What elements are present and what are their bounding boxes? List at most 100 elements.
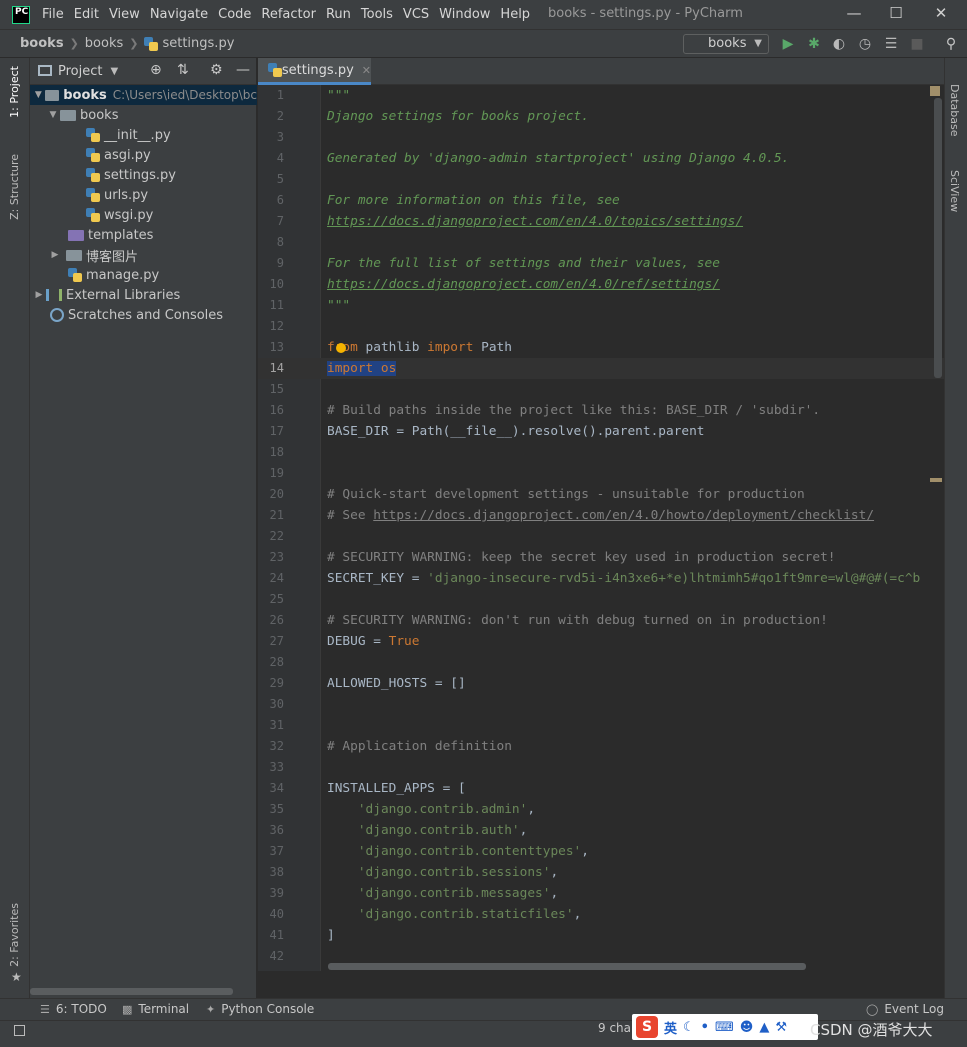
- code-line[interactable]: 27 DEBUG = True: [258, 631, 944, 652]
- code-line[interactable]: 8: [258, 232, 944, 253]
- skin-icon[interactable]: ▲: [759, 1020, 769, 1035]
- code-area[interactable]: 1 """ 2 Django settings for books project. 3…: [258, 85, 944, 971]
- code-line[interactable]: 18: [258, 442, 944, 463]
- menu-navigate[interactable]: Navigate: [150, 7, 208, 22]
- editor-vertical-scrollbar[interactable]: [934, 98, 942, 378]
- ime-lang[interactable]: 英: [664, 1018, 677, 1037]
- code-line[interactable]: 35 'django.contrib.admin',: [258, 799, 944, 820]
- breadcrumb-folder[interactable]: books: [85, 36, 123, 51]
- code-line[interactable]: 28: [258, 652, 944, 673]
- tab-settings-py[interactable]: settings.py ✕: [258, 58, 371, 85]
- code-line[interactable]: 16 # Build paths inside the project like …: [258, 400, 944, 421]
- search-icon[interactable]: ⚲: [942, 35, 960, 53]
- terminal-button[interactable]: ▩ Terminal: [122, 1002, 189, 1016]
- tools-icon[interactable]: ⚒: [775, 1020, 787, 1035]
- tree-item-manage[interactable]: manage.py: [30, 265, 257, 285]
- user-icon[interactable]: ☻: [740, 1020, 754, 1035]
- tab-favorites[interactable]: 2: Favorites: [8, 903, 21, 967]
- code-line[interactable]: 2 Django settings for books project.: [258, 106, 944, 127]
- tree-item-settings[interactable]: settings.py: [30, 165, 257, 185]
- menu-run[interactable]: Run: [326, 7, 351, 22]
- code-line[interactable]: 37 'django.contrib.contenttypes',: [258, 841, 944, 862]
- code-line[interactable]: 34 INSTALLED_APPS = [: [258, 778, 944, 799]
- code-line[interactable]: 15: [258, 379, 944, 400]
- run-icon[interactable]: ▶: [779, 35, 797, 53]
- menu-tools[interactable]: Tools: [361, 7, 393, 22]
- code-line[interactable]: 40 'django.contrib.staticfiles',: [258, 904, 944, 925]
- code-line[interactable]: 24 SECRET_KEY = 'django-insecure-rvd5i-i4…: [258, 568, 944, 589]
- code-line[interactable]: 10 https://docs.djangoproject.com/en/4.0/…: [258, 274, 944, 295]
- tab-sciview[interactable]: SciView: [948, 170, 961, 212]
- tree-item-templates[interactable]: templates: [30, 225, 257, 245]
- toggle-tool-windows-icon[interactable]: [14, 1025, 25, 1036]
- code-line[interactable]: 22: [258, 526, 944, 547]
- project-panel-title[interactable]: Project: [58, 64, 102, 79]
- code-line[interactable]: 9 For the full list of settings and their…: [258, 253, 944, 274]
- tree-item-books-folder[interactable]: ▼ books: [30, 105, 257, 125]
- code-line[interactable]: 19: [258, 463, 944, 484]
- project-horizontal-scrollbar[interactable]: [30, 988, 233, 995]
- inspection-indicator-icon[interactable]: [930, 86, 940, 96]
- code-line[interactable]: 26 # SECURITY WARNING: don't run with deb…: [258, 610, 944, 631]
- code-line[interactable]: 23 # SECURITY WARNING: keep the secret ke…: [258, 547, 944, 568]
- tree-item-scratches[interactable]: Scratches and Consoles: [30, 305, 257, 325]
- gear-icon[interactable]: ⚙: [210, 62, 223, 78]
- editor-horizontal-scrollbar[interactable]: [328, 963, 806, 970]
- close-icon[interactable]: ✕: [929, 4, 953, 24]
- profile-icon[interactable]: ◷: [856, 35, 874, 53]
- coverage-icon[interactable]: ◐: [830, 35, 848, 53]
- code-line[interactable]: 25: [258, 589, 944, 610]
- code-line[interactable]: 41]: [258, 925, 944, 946]
- code-line[interactable]: 11 """: [258, 295, 944, 316]
- menu-help[interactable]: Help: [500, 7, 530, 22]
- collapse-all-icon[interactable]: ⇅: [177, 62, 189, 78]
- tree-item-urls[interactable]: urls.py: [30, 185, 257, 205]
- chevron-down-icon[interactable]: ▼: [110, 66, 118, 77]
- code-line[interactable]: 20 # Quick-start development settings - u…: [258, 484, 944, 505]
- todo-button[interactable]: ☰ 6: TODO: [40, 1002, 107, 1016]
- menu-vcs[interactable]: VCS: [403, 7, 429, 22]
- menu-file[interactable]: File: [42, 7, 64, 22]
- menu-view[interactable]: View: [109, 7, 140, 22]
- python-console-button[interactable]: ✦ Python Console: [206, 1002, 314, 1016]
- code-line[interactable]: 14 import os: [258, 358, 944, 379]
- menu-refactor[interactable]: Refactor: [261, 7, 316, 22]
- code-line[interactable]: 4 Generated by 'django-admin startproject…: [258, 148, 944, 169]
- code-line[interactable]: 31: [258, 715, 944, 736]
- breadcrumb-file[interactable]: settings.py: [162, 36, 234, 51]
- code-line[interactable]: 32 # Application definition: [258, 736, 944, 757]
- code-line[interactable]: 21 # See https://docs.djangoproject.com/e…: [258, 505, 944, 526]
- menu-edit[interactable]: Edit: [74, 7, 99, 22]
- code-line[interactable]: 6 For more information on this file, see: [258, 190, 944, 211]
- punctuation-icon[interactable]: •: [701, 1020, 709, 1035]
- event-log-button[interactable]: ◯ Event Log: [866, 1002, 944, 1016]
- code-line[interactable]: 12: [258, 316, 944, 337]
- tree-item-root[interactable]: ▼ books C:\Users\ied\Desktop\bc: [30, 85, 257, 105]
- tree-item-external-libraries[interactable]: ▶ External Libraries: [30, 285, 257, 305]
- stop-icon[interactable]: ■: [908, 35, 926, 53]
- code-line[interactable]: 13 from pathlib import Path: [258, 337, 944, 358]
- tab-structure[interactable]: Z: Structure: [8, 154, 21, 220]
- code-line[interactable]: 30: [258, 694, 944, 715]
- breadcrumb-project[interactable]: books: [20, 36, 64, 51]
- close-tab-icon[interactable]: ✕: [362, 64, 371, 77]
- maximize-icon[interactable]: ☐: [884, 4, 908, 24]
- code-line[interactable]: 7 https://docs.djangoproject.com/en/4.0/t…: [258, 211, 944, 232]
- run-config-selector[interactable]: books ▼: [683, 34, 769, 54]
- code-line[interactable]: 17 BASE_DIR = Path(__file__).resolve().pa…: [258, 421, 944, 442]
- locate-icon[interactable]: ⊕: [150, 62, 162, 78]
- lightbulb-icon[interactable]: [336, 343, 346, 353]
- tree-item-asgi[interactable]: asgi.py: [30, 145, 257, 165]
- menu-window[interactable]: Window: [439, 7, 490, 22]
- ime-toolbar[interactable]: S 英 ☾ • ⌨ ☻ ▲ ⚒: [632, 1014, 818, 1040]
- tree-item-init[interactable]: __init__.py: [30, 125, 257, 145]
- warning-marker[interactable]: [930, 478, 942, 482]
- code-line[interactable]: 36 'django.contrib.auth',: [258, 820, 944, 841]
- code-line[interactable]: 3: [258, 127, 944, 148]
- minimize-icon[interactable]: —: [842, 4, 866, 24]
- code-line[interactable]: 39 'django.contrib.messages',: [258, 883, 944, 904]
- hide-panel-icon[interactable]: —: [236, 62, 250, 78]
- debug-icon[interactable]: ✱: [805, 35, 823, 53]
- code-line[interactable]: 1 """: [258, 85, 944, 106]
- menu-code[interactable]: Code: [218, 7, 251, 22]
